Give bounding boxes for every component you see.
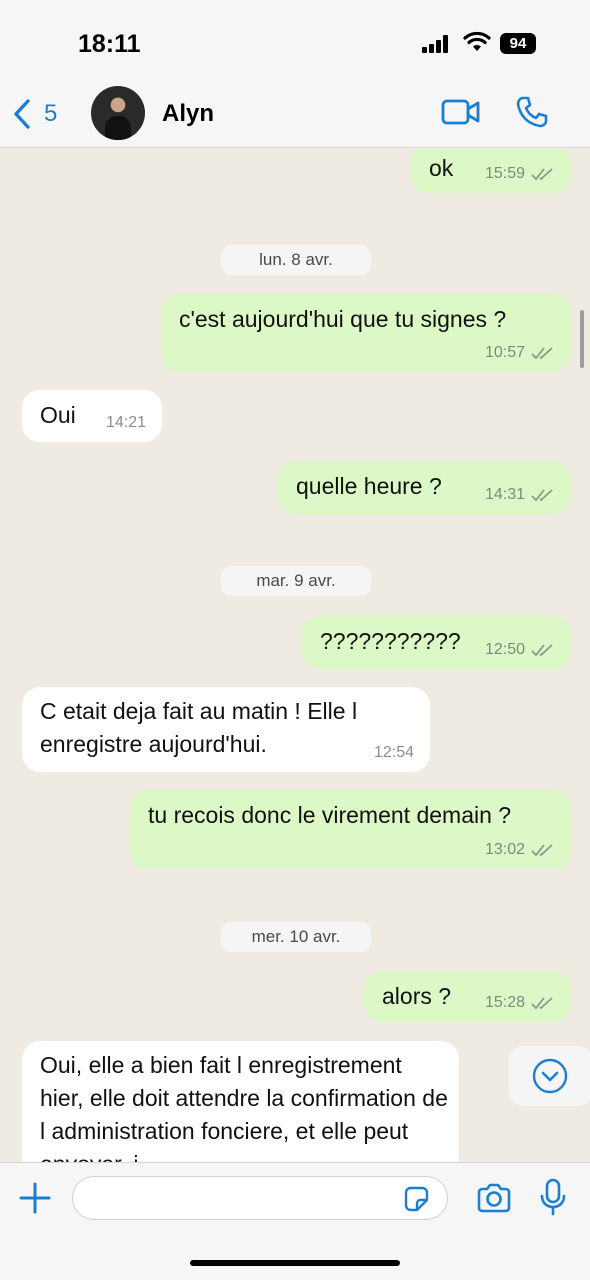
double-check-icon <box>531 489 553 502</box>
message-time: 13:02 <box>484 841 525 858</box>
scroll-to-bottom-button[interactable] <box>509 1046 590 1106</box>
avatar[interactable] <box>91 86 145 140</box>
date-separator: mer. 10 avr. <box>221 922 371 952</box>
wifi-icon <box>463 31 491 51</box>
message-outgoing[interactable]: alors ? 15:28 <box>364 971 571 1022</box>
sticker-icon[interactable] <box>402 1185 430 1213</box>
message-incoming[interactable]: Oui 14:21 <box>22 390 162 442</box>
message-list[interactable]: ok 15:59 lun. 8 avr. c'est aujourd'hui q… <box>0 149 590 1162</box>
message-text: tu recois donc le virement demain ? <box>148 802 512 828</box>
message-time: 12:54 <box>373 744 414 761</box>
video-call-button[interactable] <box>441 97 481 127</box>
contact-name[interactable]: Alyn <box>162 100 214 128</box>
status-bar: 18:11 94 <box>0 0 590 80</box>
message-incoming[interactable]: Oui, elle a bien fait l enregistrement h… <box>22 1041 459 1162</box>
message-time: 15:59 <box>484 165 525 182</box>
double-check-icon <box>531 997 553 1010</box>
double-check-icon <box>531 168 553 181</box>
camera-icon[interactable] <box>476 1182 512 1214</box>
chevron-left-icon <box>14 99 30 129</box>
plus-icon[interactable] <box>18 1181 52 1215</box>
chevron-down-circle-icon <box>532 1058 568 1094</box>
message-time: 12:50 <box>484 641 525 658</box>
message-incoming[interactable]: C etait deja fait au matin ! Elle l enre… <box>22 687 430 772</box>
message-text: alors ? <box>382 983 452 1009</box>
message-text: Oui <box>40 402 76 428</box>
status-time: 18:11 <box>78 30 141 58</box>
microphone-icon[interactable] <box>540 1178 566 1216</box>
battery-icon: 94 <box>500 33 536 54</box>
message-time: 14:21 <box>105 414 146 431</box>
scrollbar[interactable] <box>580 310 584 368</box>
message-text: quelle heure ? <box>296 473 442 499</box>
unread-count: 5 <box>44 100 58 127</box>
message-outgoing[interactable]: tu recois donc le virement demain ? 13:0… <box>130 790 571 869</box>
home-indicator[interactable] <box>190 1260 400 1266</box>
message-outgoing[interactable]: ok 15:59 <box>411 149 571 193</box>
double-check-icon <box>531 644 553 657</box>
message-time: 10:57 <box>484 344 525 361</box>
signal-icon <box>422 35 454 53</box>
message-text: ok <box>429 155 454 181</box>
chat-header: 5 Alyn <box>0 80 590 148</box>
double-check-icon <box>531 844 553 857</box>
message-text: Oui, elle a bien fait l enregistrement h… <box>40 1052 448 1162</box>
back-button[interactable]: 5 <box>12 94 57 134</box>
message-outgoing[interactable]: ??????????? 12:50 <box>302 616 571 669</box>
message-outgoing[interactable]: c'est aujourd'hui que tu signes ? 10:57 <box>161 294 571 372</box>
message-text: C etait deja fait au matin ! Elle l enre… <box>40 698 358 757</box>
message-text: ??????????? <box>320 628 461 654</box>
message-text: c'est aujourd'hui que tu signes ? <box>179 306 507 332</box>
date-separator: lun. 8 avr. <box>221 245 371 275</box>
message-input[interactable] <box>72 1176 448 1220</box>
phone-call-button[interactable] <box>515 95 549 129</box>
message-outgoing[interactable]: quelle heure ? 14:31 <box>278 461 571 514</box>
message-time: 14:31 <box>484 486 525 503</box>
double-check-icon <box>531 347 553 360</box>
message-time: 15:28 <box>484 994 525 1011</box>
date-separator: mar. 9 avr. <box>221 566 371 596</box>
